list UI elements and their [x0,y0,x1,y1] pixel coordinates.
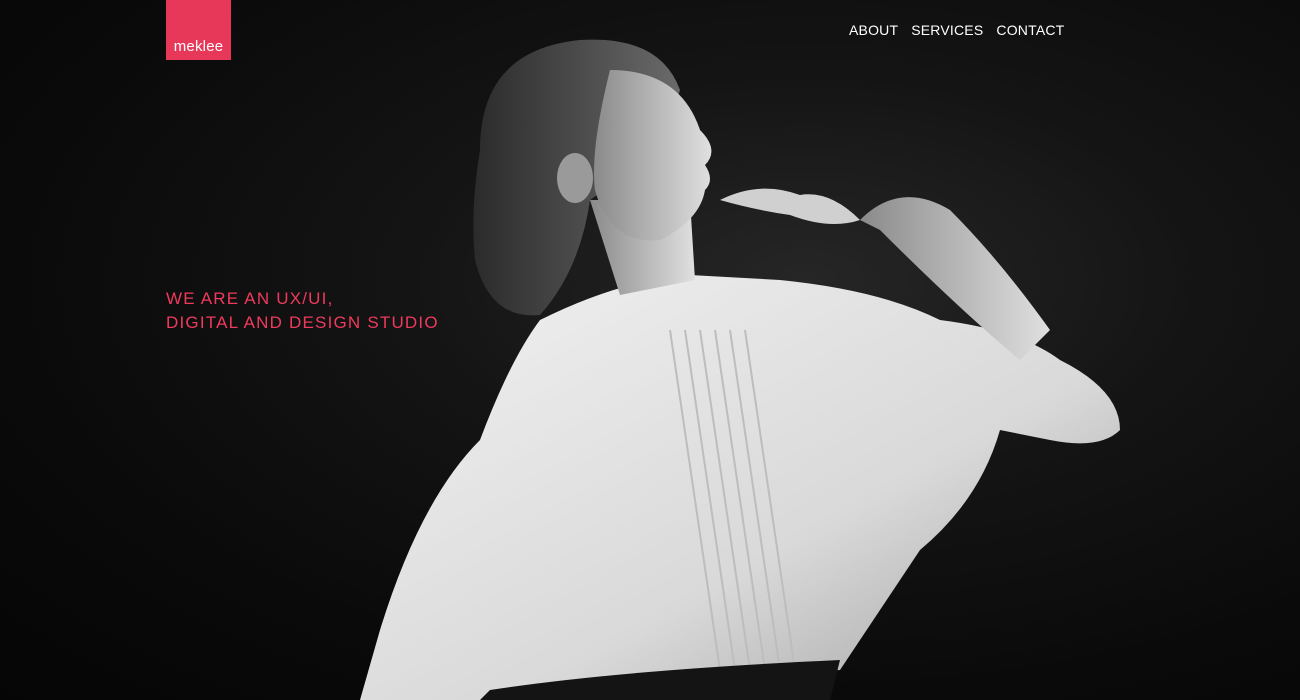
nav-link-contact[interactable]: CONTACT [996,22,1064,38]
main-nav: ABOUT SERVICES CONTACT [849,22,1064,38]
hero-tagline-line-2: DIGITAL AND DESIGN STUDIO [166,313,439,332]
brand-logo-text: meklee [173,38,224,55]
hero-portrait-image [360,39,1120,700]
hero-tagline-line-1: WE ARE AN UX/UI, [166,289,334,308]
nav-link-services[interactable]: SERVICES [911,22,983,38]
nav-link-about[interactable]: ABOUT [849,22,898,38]
hero-tagline: WE ARE AN UX/UI, DIGITAL AND DESIGN STUD… [166,287,439,335]
brand-logo[interactable]: meklee [166,0,231,60]
